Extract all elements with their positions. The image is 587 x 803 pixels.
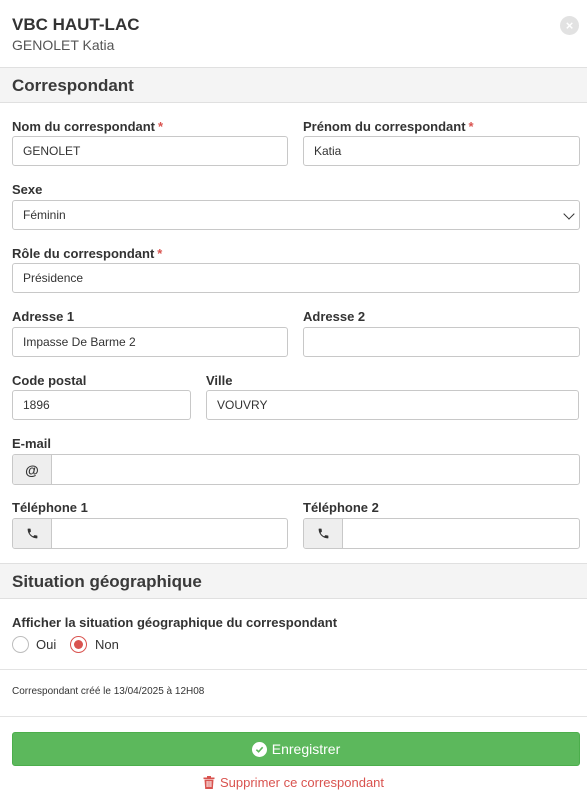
divider [0, 716, 587, 717]
tel2-field[interactable] [303, 518, 580, 549]
section-title-correspondant: Correspondant [12, 76, 134, 95]
adresse1-input[interactable]: Impasse De Barme 2 [12, 327, 288, 357]
tel1-field[interactable] [12, 518, 288, 549]
correspondant-name: GENOLET Katia [12, 37, 115, 53]
radio-non-label: Non [95, 637, 119, 652]
tel1-addon [13, 519, 52, 548]
prenom-label: Prénom du correspondant * [303, 119, 474, 134]
check-circle-icon [251, 741, 267, 757]
geo-question: Afficher la situation géographique du co… [12, 615, 338, 630]
adresse1-value: Impasse De Barme 2 [23, 335, 136, 349]
nom-label: Nom du correspondant * [12, 119, 163, 134]
prenom-value: Katia [314, 144, 342, 158]
phone-icon [318, 528, 328, 539]
phone-icon [27, 528, 37, 539]
ville-input[interactable]: VOUVRY [206, 390, 579, 420]
tel2-addon [304, 519, 343, 548]
close-icon: × [565, 18, 574, 33]
role-label: Rôle du correspondant * [12, 246, 162, 261]
required-mark: * [157, 246, 163, 261]
section-geo: Situation géographique [0, 563, 587, 599]
nom-input[interactable]: GENOLET [12, 136, 288, 166]
role-value: Présidence [23, 271, 84, 285]
section-title-geo: Situation géographique [12, 572, 202, 591]
created-info: Correspondant créé le 13/04/2025 à 12H08 [12, 686, 205, 697]
save-button[interactable]: Enregistrer [12, 732, 580, 766]
chevron-down-icon [563, 208, 575, 220]
delete-link[interactable]: Supprimer ce correspondant [0, 775, 587, 790]
prenom-label-text: Prénom du correspondant [303, 119, 466, 134]
tel1-label: Téléphone 1 [12, 500, 88, 515]
adresse1-label: Adresse 1 [12, 309, 75, 324]
delete-label: Supprimer ce correspondant [219, 775, 385, 790]
divider [0, 669, 587, 670]
modal-header: VBC HAUT-LAC GENOLET Katia × [0, 0, 587, 67]
close-button[interactable]: × [560, 16, 579, 35]
section-correspondant: Correspondant [0, 67, 587, 103]
email-addon: @ [13, 455, 52, 484]
sexe-select[interactable]: Féminin [12, 200, 580, 230]
save-label: Enregistrer [271, 741, 341, 757]
required-mark: * [468, 119, 474, 134]
club-title: VBC HAUT-LAC [12, 15, 140, 34]
email-field[interactable]: @ [12, 454, 580, 485]
email-label: E-mail [12, 436, 52, 451]
ville-label: Ville [206, 373, 233, 388]
at-icon: @ [25, 461, 39, 478]
radio-oui-label: Oui [36, 637, 57, 652]
adresse2-label: Adresse 2 [303, 309, 366, 324]
nom-value: GENOLET [23, 144, 81, 158]
tel2-label: Téléphone 2 [303, 500, 379, 515]
cp-label: Code postal [12, 373, 87, 388]
sexe-value: Féminin [23, 208, 66, 222]
sexe-label: Sexe [12, 182, 43, 197]
cp-value: 1896 [23, 398, 50, 412]
required-mark: * [158, 119, 164, 134]
ville-value: VOUVRY [217, 398, 268, 412]
role-input[interactable]: Présidence [12, 263, 580, 293]
cp-input[interactable]: 1896 [12, 390, 191, 420]
role-label-text: Rôle du correspondant [12, 246, 155, 261]
radio-oui[interactable] [12, 636, 29, 653]
nom-label-text: Nom du correspondant [12, 119, 156, 134]
radio-non[interactable] [70, 636, 87, 653]
trash-icon [203, 776, 215, 789]
prenom-input[interactable]: Katia [303, 136, 580, 166]
adresse2-input[interactable] [303, 327, 580, 357]
